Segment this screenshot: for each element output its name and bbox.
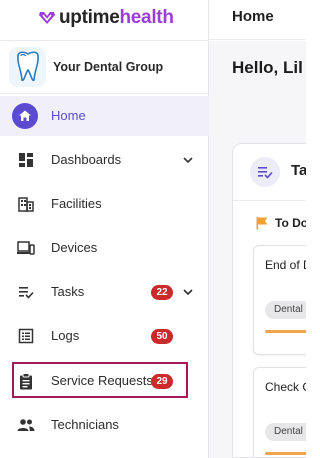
task-title: Check C — [265, 380, 306, 394]
flag-icon — [256, 217, 268, 230]
sidebar-divider — [0, 93, 209, 94]
organization-selector[interactable]: Your Dental Group — [9, 47, 204, 87]
logs-count-badge: 50 — [151, 329, 173, 344]
card-divider — [233, 200, 306, 201]
task-progress-bar — [265, 452, 306, 455]
sidebar-item-logs[interactable]: Logs 50 — [0, 316, 209, 356]
organization-name: Your Dental Group — [53, 60, 164, 74]
sidebar-item-facilities[interactable]: Facilities — [0, 184, 209, 224]
dashboard-icon — [15, 149, 37, 171]
heart-logo-icon — [39, 12, 55, 24]
sidebar-item-label: Dashboards — [51, 152, 122, 167]
tasks-icon — [15, 281, 37, 303]
sidebar-item-label: Devices — [51, 240, 98, 255]
todo-section-header: To Do — [255, 216, 306, 230]
sidebar-item-dashboards[interactable]: Dashboards — [0, 140, 209, 180]
task-card[interactable]: Check C Dental — [253, 367, 306, 457]
sidebar-item-label: Tasks — [51, 284, 85, 299]
sidebar-item-label: Facilities — [51, 196, 102, 211]
logs-icon — [15, 325, 37, 347]
home-icon — [12, 103, 38, 129]
tasks-count-badge: 22 — [151, 285, 173, 300]
chevron-down-icon[interactable] — [181, 285, 195, 299]
tasks-icon — [250, 157, 280, 187]
chevron-down-icon[interactable] — [181, 153, 195, 167]
sidebar-divider — [0, 40, 209, 41]
task-category-chip: Dental — [265, 301, 306, 319]
task-card[interactable]: End of D Dental — [253, 245, 306, 355]
sidebar-item-label: Home — [51, 108, 86, 123]
top-bar: Home — [209, 0, 306, 40]
greeting-heading: Hello, Lil — [232, 58, 303, 77]
task-progress-bar — [265, 330, 306, 333]
card-title: Ta — [291, 162, 306, 179]
sidebar: uptimehealth Your Dental Group Home Dash… — [0, 0, 209, 458]
todo-label: To Do — [275, 216, 306, 230]
sidebar-item-devices[interactable]: Devices — [0, 228, 209, 268]
tasks-card: Ta To Do End of D Dental Check C Dental — [232, 143, 306, 458]
devices-icon — [15, 237, 37, 259]
sidebar-item-home[interactable]: Home — [0, 96, 209, 136]
sidebar-item-tasks[interactable]: Tasks 22 — [0, 272, 209, 312]
service-requests-highlight — [12, 362, 188, 398]
building-icon — [15, 193, 37, 215]
sidebar-item-label: Logs — [51, 328, 80, 343]
brand-name: uptimehealth — [59, 7, 174, 28]
sidebar-item-technicians[interactable]: Technicians — [0, 405, 209, 445]
task-category-chip: Dental — [265, 423, 306, 441]
sidebar-item-label: Technicians — [51, 417, 119, 432]
tooth-logo-icon — [9, 47, 46, 87]
app-logo[interactable]: uptimehealth — [38, 7, 174, 29]
people-icon — [15, 414, 37, 436]
task-title: End of D — [265, 258, 306, 272]
page-title: Home — [232, 8, 274, 25]
